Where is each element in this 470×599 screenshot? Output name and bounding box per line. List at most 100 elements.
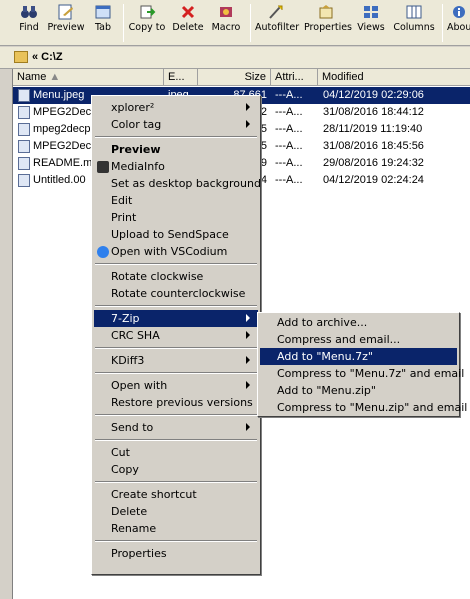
about-icon bbox=[452, 6, 465, 18]
columns-label: Columns bbox=[393, 22, 435, 33]
menu-item-label: Print bbox=[111, 211, 137, 224]
menu-item-delete[interactable]: Delete bbox=[94, 503, 258, 520]
delete-button[interactable]: Delete bbox=[171, 2, 205, 44]
menu-item-label: KDiff3 bbox=[111, 354, 145, 367]
tab-button[interactable]: Tab bbox=[90, 2, 116, 44]
menu-separator bbox=[95, 372, 257, 374]
file-icon bbox=[18, 106, 30, 119]
menu-separator bbox=[95, 439, 257, 441]
column-ext-label: E... bbox=[168, 71, 185, 83]
column-header-ext[interactable]: E... bbox=[164, 69, 198, 86]
column-size-label: Size bbox=[244, 71, 266, 83]
column-modified-label: Modified bbox=[322, 71, 364, 83]
menu-item-copy[interactable]: Copy bbox=[94, 461, 258, 478]
submenu-item-label: Add to archive... bbox=[277, 316, 368, 329]
menu-item-label: Color tag bbox=[111, 118, 162, 131]
column-header-size[interactable]: Size bbox=[198, 69, 271, 86]
menu-item-upload-to-sendspace[interactable]: Upload to SendSpace bbox=[94, 226, 258, 243]
menu-item-restore-previous-versions[interactable]: Restore previous versions bbox=[94, 394, 258, 411]
preview-button[interactable]: Preview bbox=[46, 2, 86, 44]
menu-item-properties[interactable]: Properties bbox=[94, 545, 258, 562]
file-modified: 28/11/2019 11:19:40 bbox=[323, 123, 423, 135]
file-modified: 31/08/2016 18:45:56 bbox=[323, 140, 424, 152]
menu-item-print[interactable]: Print bbox=[94, 209, 258, 226]
submenu-item-compress-and-email[interactable]: Compress and email... bbox=[260, 331, 457, 348]
copy-to-icon bbox=[140, 5, 156, 19]
menu-item-label: Rotate clockwise bbox=[111, 270, 204, 283]
find-button[interactable]: Find bbox=[14, 2, 44, 44]
find-label: Find bbox=[19, 22, 39, 33]
columns-button[interactable]: Columns bbox=[393, 2, 435, 44]
menu-item-set-as-desktop-background[interactable]: Set as desktop background bbox=[94, 175, 261, 192]
autofilter-icon bbox=[269, 5, 283, 19]
menu-item-label: Create shortcut bbox=[111, 488, 197, 501]
file-attr: ---A... bbox=[275, 123, 303, 135]
file-attr: ---A... bbox=[275, 174, 303, 186]
column-header-attributes[interactable]: Attri... bbox=[271, 69, 318, 86]
delete-label: Delete bbox=[172, 22, 204, 33]
about-button[interactable]: Abou bbox=[447, 2, 470, 44]
file-modified: 04/12/2019 02:24:24 bbox=[323, 174, 424, 186]
menu-item-create-shortcut[interactable]: Create shortcut bbox=[94, 486, 258, 503]
sort-arrow-icon: ▲ bbox=[49, 71, 61, 83]
menu-item-open-with-vscodium[interactable]: Open with VSCodium bbox=[94, 243, 258, 260]
submenu-item-add-to-menu-zip[interactable]: Add to "Menu.zip" bbox=[260, 382, 457, 399]
menu-item-color-tag[interactable]: Color tag bbox=[94, 116, 258, 133]
toolbar: Find Preview Tab Copy to Delete Macro Au… bbox=[0, 0, 470, 46]
submenu-item-compress-to-menu-7z-and-email[interactable]: Compress to "Menu.7z" and email bbox=[260, 365, 464, 382]
submenu-item-label: Add to "Menu.7z" bbox=[277, 350, 373, 363]
menu-item-crc-sha[interactable]: CRC SHA bbox=[94, 327, 258, 344]
submenu-item-label: Add to "Menu.zip" bbox=[277, 384, 376, 397]
menu-separator bbox=[95, 263, 257, 265]
menu-item-xplorer[interactable]: xplorer² bbox=[94, 99, 258, 116]
menu-item-label: Rotate counterclockwise bbox=[111, 287, 246, 300]
column-name-label: Name bbox=[17, 71, 47, 83]
menu-item-rename[interactable]: Rename bbox=[94, 520, 258, 537]
autofilter-label: Autofilter bbox=[255, 22, 300, 33]
properties-button[interactable]: Properties bbox=[304, 2, 352, 44]
7zip-submenu: Add to archive... Compress and email... Ad… bbox=[257, 312, 467, 417]
menu-item-label: Edit bbox=[111, 194, 133, 207]
menu-item-7-zip[interactable]: 7-Zip bbox=[94, 310, 258, 327]
menu-item-preview[interactable]: Preview bbox=[94, 141, 258, 158]
tab-label: Tab bbox=[94, 22, 112, 33]
menu-item-kdiff3[interactable]: KDiff3 bbox=[94, 352, 258, 369]
submenu-item-label: Compress to "Menu.7z" and email bbox=[277, 367, 465, 380]
menu-item-rotate-counterclockwise[interactable]: Rotate counterclockwise bbox=[94, 285, 258, 302]
menu-item-send-to[interactable]: Send to bbox=[94, 419, 258, 436]
menu-separator bbox=[95, 540, 257, 542]
macro-button[interactable]: Macro bbox=[210, 2, 242, 44]
menu-item-label: Restore previous versions bbox=[111, 396, 253, 409]
file-icon bbox=[18, 123, 30, 136]
copy-to-label: Copy to bbox=[128, 22, 166, 33]
submenu-arrow-icon bbox=[246, 331, 250, 339]
menu-item-mediainfo[interactable]: MediaInfo bbox=[94, 158, 258, 175]
menu-item-label: Open with bbox=[111, 379, 168, 392]
menu-separator bbox=[95, 481, 257, 483]
submenu-item-add-to-menu-7z[interactable]: Add to "Menu.7z" bbox=[260, 348, 457, 365]
copy-to-button[interactable]: Copy to bbox=[128, 2, 166, 44]
preview-icon bbox=[58, 4, 73, 20]
file-modified: 04/12/2019 02:29:06 bbox=[323, 89, 424, 101]
address-path[interactable]: « C:\Z bbox=[32, 51, 63, 63]
menu-item-label: Properties bbox=[111, 547, 167, 560]
menu-item-open-with[interactable]: Open with bbox=[94, 377, 258, 394]
properties-icon bbox=[319, 5, 333, 19]
column-header-modified[interactable]: Modified bbox=[318, 69, 470, 86]
menu-item-cut[interactable]: Cut bbox=[94, 444, 258, 461]
vscodium-icon bbox=[97, 246, 109, 258]
menu-item-edit[interactable]: Edit bbox=[94, 192, 258, 209]
binoculars-icon bbox=[21, 6, 37, 18]
autofilter-button[interactable]: Autofilter bbox=[255, 2, 300, 44]
views-button[interactable]: Views bbox=[356, 2, 386, 44]
file-modified: 31/08/2016 18:44:12 bbox=[323, 106, 424, 118]
address-bar[interactable]: « C:\Z bbox=[0, 47, 470, 69]
column-header-name[interactable]: Name ▲ bbox=[13, 69, 164, 86]
macro-label: Macro bbox=[211, 22, 241, 33]
submenu-item-label: Compress and email... bbox=[277, 333, 401, 346]
submenu-arrow-icon bbox=[246, 103, 250, 111]
menu-item-label: MediaInfo bbox=[111, 160, 165, 173]
submenu-item-compress-to-menu-zip-and-email[interactable]: Compress to "Menu.zip" and email bbox=[260, 399, 467, 416]
submenu-item-add-to-archive[interactable]: Add to archive... bbox=[260, 314, 457, 331]
menu-item-rotate-clockwise[interactable]: Rotate clockwise bbox=[94, 268, 258, 285]
